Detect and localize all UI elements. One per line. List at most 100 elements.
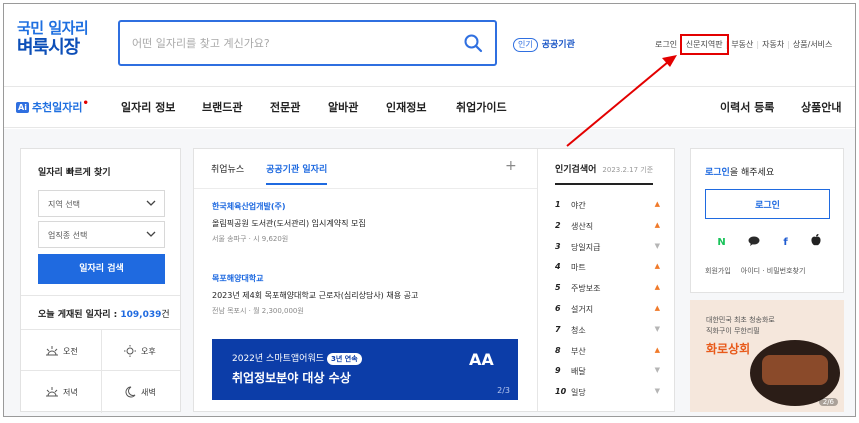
ad-line2: 직화구이 무한리필 xyxy=(706,327,760,335)
ai-badge: Ai xyxy=(16,102,29,113)
job-type-select-label: 업직종 선택 xyxy=(48,231,88,240)
svg-text:AA: AA xyxy=(469,350,494,369)
award-banner[interactable]: 2022년 스마트앱어워드 3년 연속 취업정보분야 대상 수상 AA 2/3 xyxy=(212,339,518,400)
rank-number: 8 xyxy=(555,345,561,355)
time-evening[interactable]: 저녁 xyxy=(45,386,78,398)
top-nav-login[interactable]: 로그인 xyxy=(655,40,677,49)
popular-search-item[interactable]: 4 마트 ▲ xyxy=(555,262,660,278)
top-nav-newspaper[interactable]: 신문지역판 xyxy=(679,34,729,55)
logo-line1: 국민 일자리 xyxy=(17,19,89,37)
ad-banner[interactable]: 대한민국 최초 청송화로 직화구이 무한리필 화로상회 2/6 xyxy=(690,300,844,412)
rank-number: 6 xyxy=(555,304,561,313)
nav-expert[interactable]: 전문관 xyxy=(270,99,300,115)
news-panel: 취업뉴스 공공기관 일자리 + 한국체육산업개발(주) 올림픽공원 도서관(도서관… xyxy=(193,148,675,412)
popular-search-item[interactable]: 9 배달 ▼ xyxy=(555,366,660,382)
login-prompt-bold: 로그인 xyxy=(705,168,730,178)
trend-up-icon: ▲ xyxy=(654,200,660,208)
news-title: 올림픽공원 도서관(도서관리) 임시계약직 모집 xyxy=(212,219,366,228)
time-dawn[interactable]: 새벽 xyxy=(123,386,156,398)
rank-keyword: 주방보조 xyxy=(571,284,601,294)
separator: | xyxy=(787,40,790,49)
separator: | xyxy=(680,40,683,49)
main-nav: Ai 추천일자리• 일자리 정보 브랜드관 전문관 알바관 인재정보 취업가이드 … xyxy=(4,86,855,128)
rank-number: 2 xyxy=(555,220,561,230)
nav-recommend-label: 추천일자리 xyxy=(31,101,83,114)
popular-search-item[interactable]: 3 당일지급 ▼ xyxy=(555,242,660,258)
trend-up-icon: ▲ xyxy=(654,283,660,292)
popular-search-item[interactable]: 10 일당 ▼ xyxy=(555,387,660,403)
chevron-down-icon xyxy=(146,200,156,206)
nav-jobs[interactable]: 일자리 정보 xyxy=(121,99,175,115)
naver-login-icon[interactable]: N xyxy=(709,233,734,253)
award-logo-icon: AA xyxy=(469,350,494,369)
news-company: 목포해양대학교 xyxy=(212,274,264,283)
popular-search-item[interactable]: 1 야간 ▲ xyxy=(555,200,660,216)
facebook-login-icon[interactable]: f xyxy=(773,233,798,253)
popular-search-item[interactable]: 5 주방보조 ▲ xyxy=(555,283,660,299)
nav-guide[interactable]: 취업가이드 xyxy=(456,99,507,115)
popular-search-item[interactable]: 7 청소 ▼ xyxy=(555,325,660,341)
rank-keyword: 설거지 xyxy=(571,305,594,314)
popular-search-item[interactable]: 2 생산직 ▲ xyxy=(555,221,660,237)
time-dawn-label: 새벽 xyxy=(141,388,156,397)
top-nav-car[interactable]: 자동차 xyxy=(762,40,784,49)
list-item[interactable]: 한국체육산업개발(주) 올림픽공원 도서관(도서관리) 임시계약직 모집 서울 … xyxy=(212,201,532,244)
rank-number: 7 xyxy=(555,324,561,334)
region-select-label: 지역 선택 xyxy=(48,200,80,209)
banner-line2: 취업정보분야 대상 수상 xyxy=(232,371,351,385)
popular-search-item[interactable]: 8 부산 ▲ xyxy=(555,346,660,362)
divider xyxy=(21,295,180,296)
banner-badge: 3년 연속 xyxy=(327,353,362,365)
nav-brand[interactable]: 브랜드관 xyxy=(202,99,242,115)
find-account-link[interactable]: 아이디 · 비밀번호찾기 xyxy=(741,267,806,275)
nav-recommend[interactable]: Ai 추천일자리• xyxy=(16,98,89,115)
trend-up-icon: ▲ xyxy=(654,220,660,229)
rank-keyword: 당일지급 xyxy=(571,242,601,252)
moon-icon xyxy=(125,386,136,398)
news-title: 2023년 제4회 목포해양대학교 근로자(심리상담사) 채용 공고 xyxy=(212,291,419,300)
apple-icon xyxy=(810,234,821,246)
today-number: 109,039 xyxy=(120,310,162,320)
account-links: 회원가입 아이디 · 비밀번호찾기 xyxy=(705,266,805,276)
job-type-select[interactable]: 업직종 선택 xyxy=(38,221,165,248)
kakao-login-icon[interactable] xyxy=(741,233,766,253)
signup-link[interactable]: 회원가입 xyxy=(705,267,731,275)
separator: | xyxy=(725,40,729,49)
time-morning[interactable]: 오전 xyxy=(45,345,78,357)
search-icon[interactable] xyxy=(463,33,483,53)
more-plus-icon[interactable]: + xyxy=(505,158,517,174)
login-prompt: 로그인을 해주세요 xyxy=(705,165,774,178)
trend-up-icon: ▲ xyxy=(654,345,660,354)
time-afternoon-label: 오후 xyxy=(141,347,156,356)
tab-news[interactable]: 취업뉴스 xyxy=(211,165,244,175)
tab-public-jobs[interactable]: 공공기관 일자리 xyxy=(266,165,328,185)
top-nav-goods[interactable]: 상품/서비스 xyxy=(793,40,833,49)
rank-keyword: 배달 xyxy=(571,367,586,377)
region-select[interactable]: 지역 선택 xyxy=(38,190,165,217)
news-company: 한국체육산업개발(주) xyxy=(212,202,286,211)
site-logo[interactable]: 국민 일자리 벼룩시장 xyxy=(17,20,107,59)
top-nav-realestate[interactable]: 부동산 xyxy=(731,40,753,49)
rank-keyword: 청소 xyxy=(571,325,586,335)
login-button[interactable]: 로그인 xyxy=(705,189,830,219)
popular-search-item[interactable]: 6 설거지 ▲ xyxy=(555,304,660,320)
rank-number: 1 xyxy=(555,200,561,209)
popular-keyword[interactable]: 인기 공공기관 xyxy=(513,37,575,52)
rank-keyword: 마트 xyxy=(571,263,586,273)
login-panel: 로그인을 해주세요 로그인 N f 회원가입 아이디 · 비밀번호찾기 xyxy=(690,148,844,293)
job-search-button[interactable]: 일자리 검색 xyxy=(38,254,165,284)
quick-search-panel: 일자리 빠르게 찾기 지역 선택 업직종 선택 일자리 검색 오늘 게재된 일자… xyxy=(20,148,181,413)
trend-up-icon: ▲ xyxy=(654,304,660,312)
nav-talent[interactable]: 인재정보 xyxy=(386,99,426,115)
today-label: 오늘 게재된 일자리 : xyxy=(38,310,118,320)
nav-resume[interactable]: 이력서 등록 xyxy=(720,99,774,115)
time-evening-label: 저녁 xyxy=(63,388,78,397)
apple-login-icon[interactable] xyxy=(803,233,828,253)
nav-parttime[interactable]: 알바관 xyxy=(328,99,358,115)
today-count: 오늘 게재된 일자리 : 109,039건 xyxy=(38,307,170,320)
nav-products[interactable]: 상품안내 xyxy=(801,99,841,115)
list-item[interactable]: 목포해양대학교 2023년 제4회 목포해양대학교 근로자(심리상담사) 채용 … xyxy=(212,273,532,316)
time-afternoon[interactable]: 오후 xyxy=(123,345,156,357)
popular-search-title-text: 인기검색어 xyxy=(555,165,597,175)
search-input[interactable] xyxy=(132,32,452,54)
